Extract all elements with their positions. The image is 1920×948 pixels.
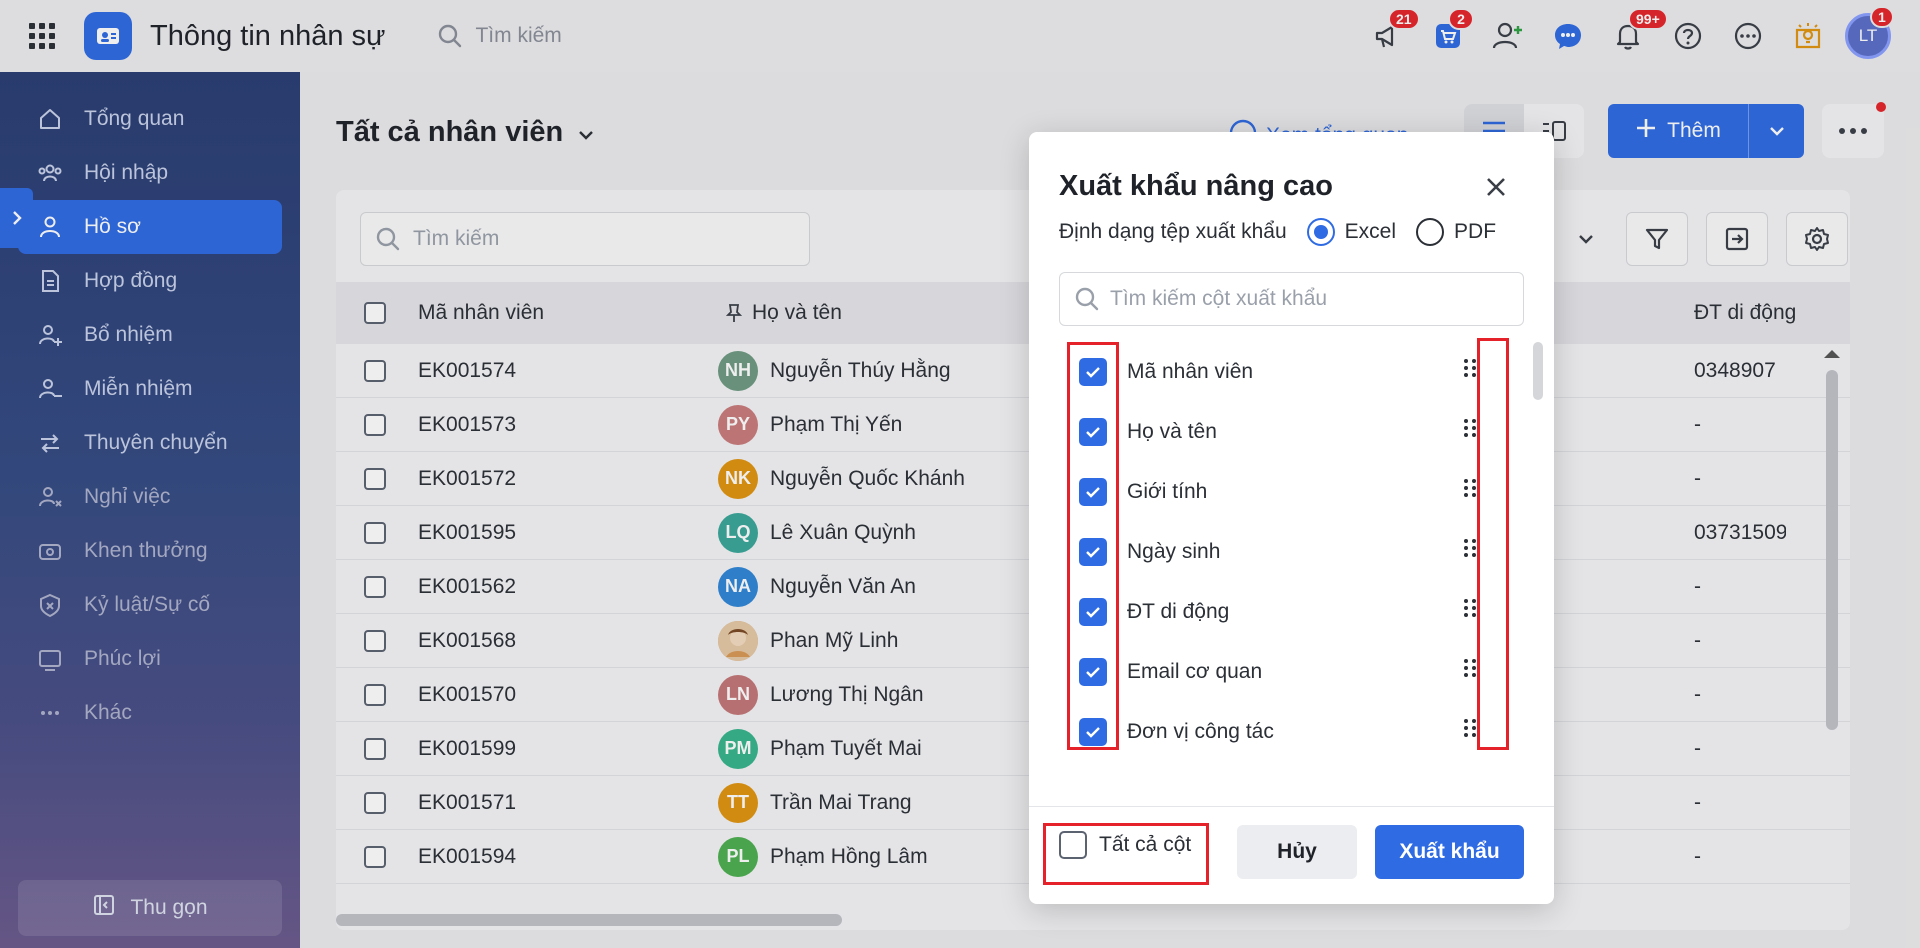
cancel-button[interactable]: Hủy [1237,825,1357,879]
column-label: Email cơ quan [1127,660,1263,683]
drag-handle-icon[interactable] [1463,418,1477,444]
modal-overlay [0,0,1920,948]
drag-handle-icon[interactable] [1463,658,1477,684]
close-icon [1487,178,1505,196]
drag-handle-icon[interactable] [1463,718,1477,744]
export-column-list: Mã nhân viên Họ và tên Giới tính Ngày si… [1059,342,1509,762]
column-label: ĐT di động [1127,600,1230,623]
dialog-title: Xuất khẩu nâng cao [1059,170,1333,202]
column-label: Họ và tên [1127,420,1217,443]
advanced-export-dialog: Xuất khẩu nâng cao Định dạng tệp xuất kh… [1029,132,1554,904]
drag-handle-icon[interactable] [1463,358,1477,384]
highlight-drag-handles [1477,338,1509,750]
export-submit-button[interactable]: Xuất khẩu [1375,825,1524,879]
drag-handle-icon[interactable] [1463,478,1477,504]
list-item: Họ và tên [1059,402,1509,462]
format-pdf-option[interactable]: PDF [1416,218,1496,246]
column-label: Ngày sinh [1127,540,1221,563]
column-search-placeholder: Tìm kiếm cột xuất khẩu [1110,287,1328,310]
list-item: Ngày sinh [1059,522,1509,582]
column-label: Giới tính [1127,480,1208,503]
dialog-footer: Tất cả cột Hủy Xuất khẩu [1029,806,1554,904]
list-item: Đơn vị công tác [1059,702,1509,762]
highlight-all-columns [1043,823,1209,885]
column-search-input[interactable]: Tìm kiếm cột xuất khẩu [1059,272,1524,326]
highlight-checkboxes [1067,342,1119,750]
format-label: Định dạng tệp xuất khẩu [1059,220,1287,243]
column-label: Mã nhân viên [1127,360,1254,383]
drag-handle-icon[interactable] [1463,538,1477,564]
pdf-radio[interactable] [1416,218,1445,246]
drag-handle-icon[interactable] [1463,598,1477,624]
format-selector: Định dạng tệp xuất khẩu Excel PDF [1059,218,1496,246]
search-icon [1075,287,1099,311]
column-label: Đơn vị công tác [1127,720,1274,743]
list-item: Email cơ quan [1059,642,1509,702]
column-list-scrollbar[interactable] [1533,342,1543,400]
excel-label: Excel [1344,220,1397,243]
close-button[interactable] [1481,172,1511,202]
excel-radio[interactable] [1306,218,1335,246]
pdf-label: PDF [1454,220,1497,243]
list-item: ĐT di động [1059,582,1509,642]
format-excel-option[interactable]: Excel [1306,218,1397,246]
list-item: Giới tính [1059,462,1509,522]
list-item: Mã nhân viên [1059,342,1509,402]
